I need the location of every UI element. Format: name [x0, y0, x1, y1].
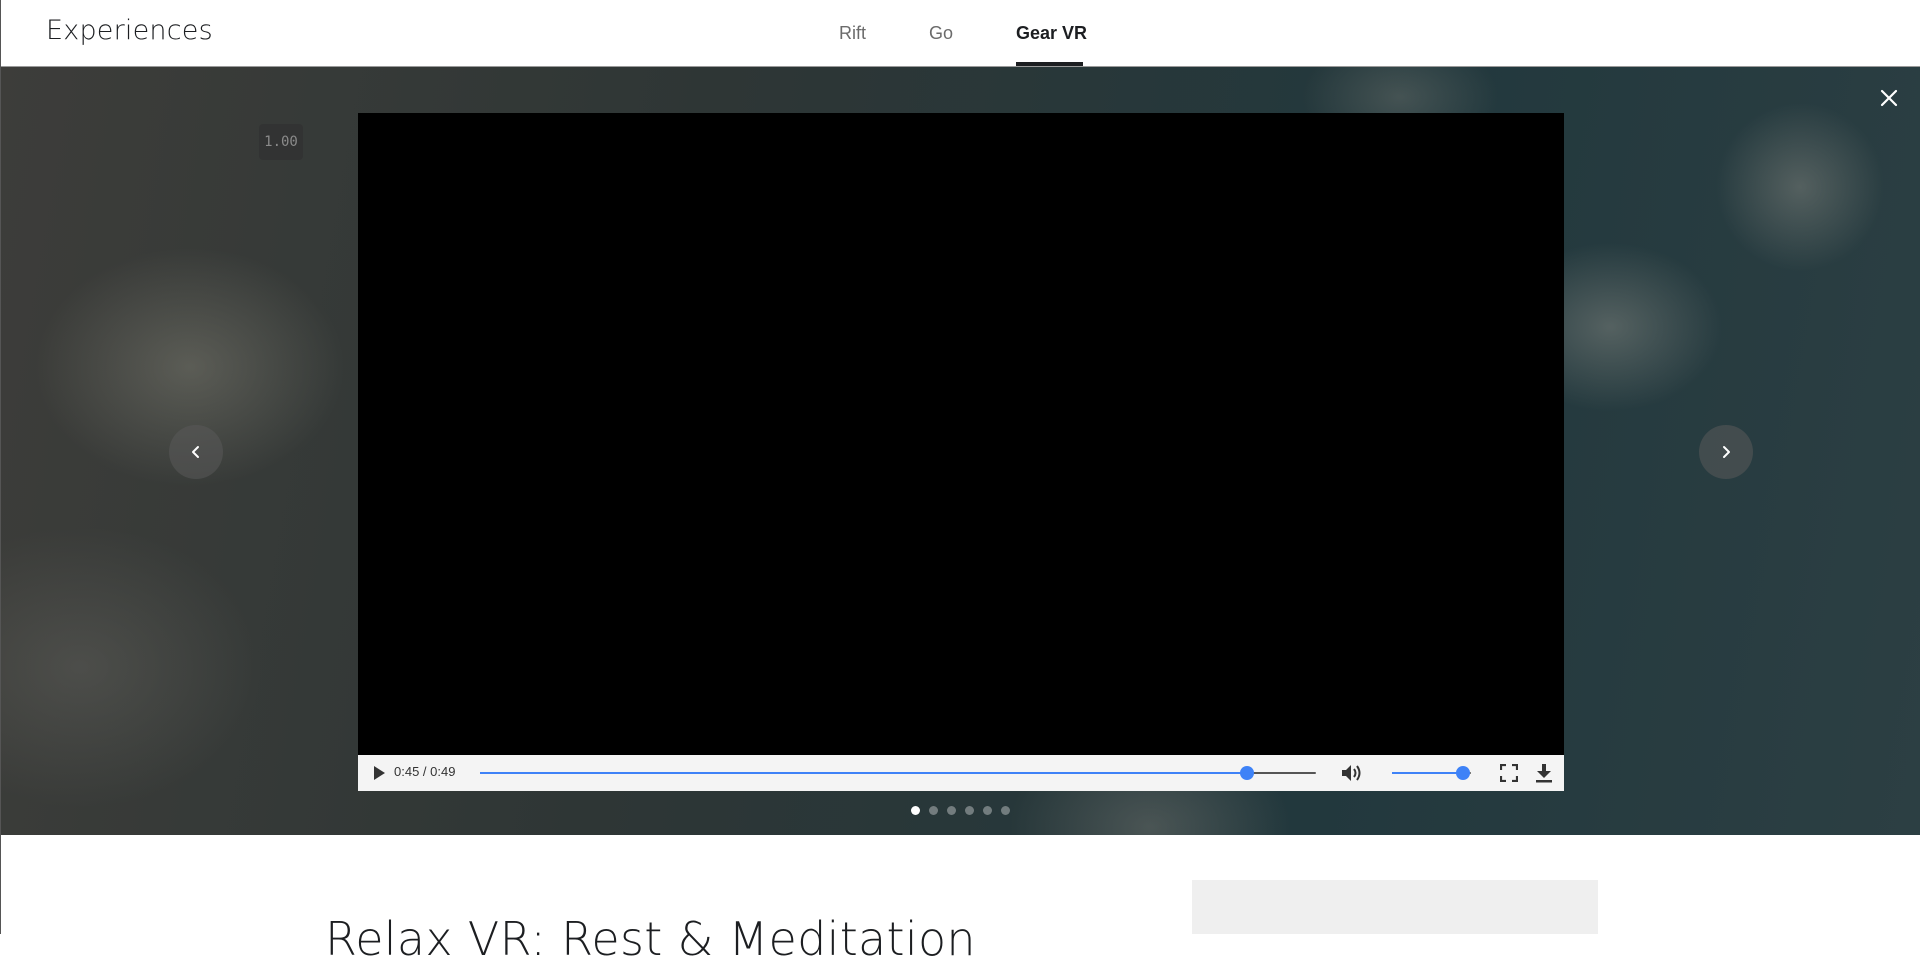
tab-rift[interactable]: Rift: [839, 23, 866, 44]
slide-dot[interactable]: [983, 806, 992, 815]
chevron-left-icon: [192, 446, 199, 458]
window-edge: [0, 0, 1, 934]
seek-progress: [480, 772, 1247, 774]
slide-dot[interactable]: [947, 806, 956, 815]
time-display: 0:45 / 0:49: [394, 764, 456, 779]
previous-slide-button[interactable]: [169, 425, 223, 479]
video-player[interactable]: 0:45 / 0:49: [358, 113, 1564, 791]
volume-level: [1392, 772, 1463, 774]
app-title: Relax VR: Rest & Meditation: [325, 911, 976, 966]
platform-tabs: Rift Go Gear VR: [0, 0, 1920, 67]
playback-speed-badge[interactable]: 1.00: [259, 124, 303, 160]
seek-bar[interactable]: [480, 766, 1316, 780]
chevron-right-icon: [1723, 446, 1730, 458]
top-nav: Experiences Rift Go Gear VR: [0, 0, 1920, 67]
slide-dot[interactable]: [965, 806, 974, 815]
volume-handle[interactable]: [1456, 766, 1470, 780]
fullscreen-icon[interactable]: [1499, 763, 1519, 783]
slide-dot[interactable]: [911, 806, 920, 815]
tab-gear-vr[interactable]: Gear VR: [1016, 23, 1087, 44]
close-icon[interactable]: [1876, 85, 1902, 111]
active-tab-indicator: [1016, 62, 1083, 66]
purchase-panel: [1192, 880, 1598, 934]
seek-handle[interactable]: [1240, 766, 1254, 780]
volume-slider[interactable]: [1392, 766, 1471, 780]
play-icon[interactable]: [370, 764, 388, 782]
slide-dot[interactable]: [929, 806, 938, 815]
slide-dot[interactable]: [1001, 806, 1010, 815]
video-controls: 0:45 / 0:49: [358, 755, 1564, 791]
media-gallery: 1.00 0:45 / 0:49: [0, 67, 1920, 835]
download-icon[interactable]: [1534, 763, 1554, 783]
next-slide-button[interactable]: [1699, 425, 1753, 479]
volume-icon[interactable]: [1340, 762, 1364, 784]
tab-go[interactable]: Go: [929, 23, 953, 44]
